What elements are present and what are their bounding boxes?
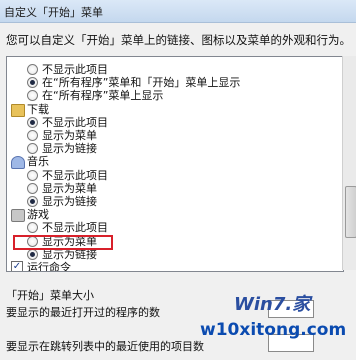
games-icon <box>11 209 25 223</box>
radio-label[interactable]: 不显示此项目 <box>42 63 108 76</box>
radio-label[interactable]: 显示为链接 <box>42 142 97 155</box>
music-icon <box>11 156 25 170</box>
radio-button[interactable] <box>27 222 38 234</box>
radio-button[interactable] <box>27 90 38 102</box>
radio-button[interactable] <box>27 169 38 181</box>
options-scrollbar[interactable] <box>342 56 356 270</box>
radio-label[interactable]: 在“所有程序”菜单上显示 <box>42 89 163 102</box>
radio-button[interactable] <box>27 143 38 155</box>
radio-label[interactable]: 在“所有程序”菜单和「开始」菜单上显示 <box>42 76 240 89</box>
group-label: 下载 <box>27 102 49 116</box>
radio-button[interactable] <box>27 77 38 89</box>
radio-button[interactable] <box>27 116 38 128</box>
recent-programs-spinner[interactable] <box>268 300 314 318</box>
scrollbar-thumb[interactable] <box>345 186 356 238</box>
radio-button[interactable] <box>27 248 38 260</box>
intro-text: 您可以自定义「开始」菜单上的链接、图标以及菜单的外观和行为。 <box>6 33 351 47</box>
group-label: 音乐 <box>27 155 49 169</box>
start-menu-size-label: 「开始」菜单大小 <box>6 289 94 302</box>
radio-label[interactable]: 显示为菜单 <box>42 182 97 195</box>
run-command-highlight <box>13 235 113 250</box>
radio-button[interactable] <box>27 130 38 141</box>
group-label: 游戏 <box>27 208 49 222</box>
radio-button[interactable] <box>27 196 38 207</box>
radio-label[interactable]: 显示为菜单 <box>42 129 97 142</box>
folder-icon <box>11 103 25 117</box>
radio-label[interactable]: 显示为链接 <box>42 195 97 208</box>
radio-label[interactable]: 不显示此项目 <box>42 116 108 129</box>
radio-button[interactable] <box>27 182 38 194</box>
radio-label[interactable]: 不显示此项目 <box>42 221 108 234</box>
radio-label[interactable]: 不显示此项目 <box>42 169 108 182</box>
checkbox[interactable]: ✓ <box>11 261 23 271</box>
checkbox-label[interactable]: 运行命令 <box>27 261 71 271</box>
jump-list-spinner[interactable] <box>268 334 314 352</box>
title-bar: 自定义「开始」菜单 <box>0 0 356 23</box>
recent-programs-label: 要显示的最近打开过的程序的数 <box>6 306 160 319</box>
window-title: 自定义「开始」菜单 <box>4 6 103 19</box>
jump-list-label: 要显示在跳转列表中的最近使用的项目数 <box>6 340 204 353</box>
radio-button[interactable] <box>27 64 38 75</box>
